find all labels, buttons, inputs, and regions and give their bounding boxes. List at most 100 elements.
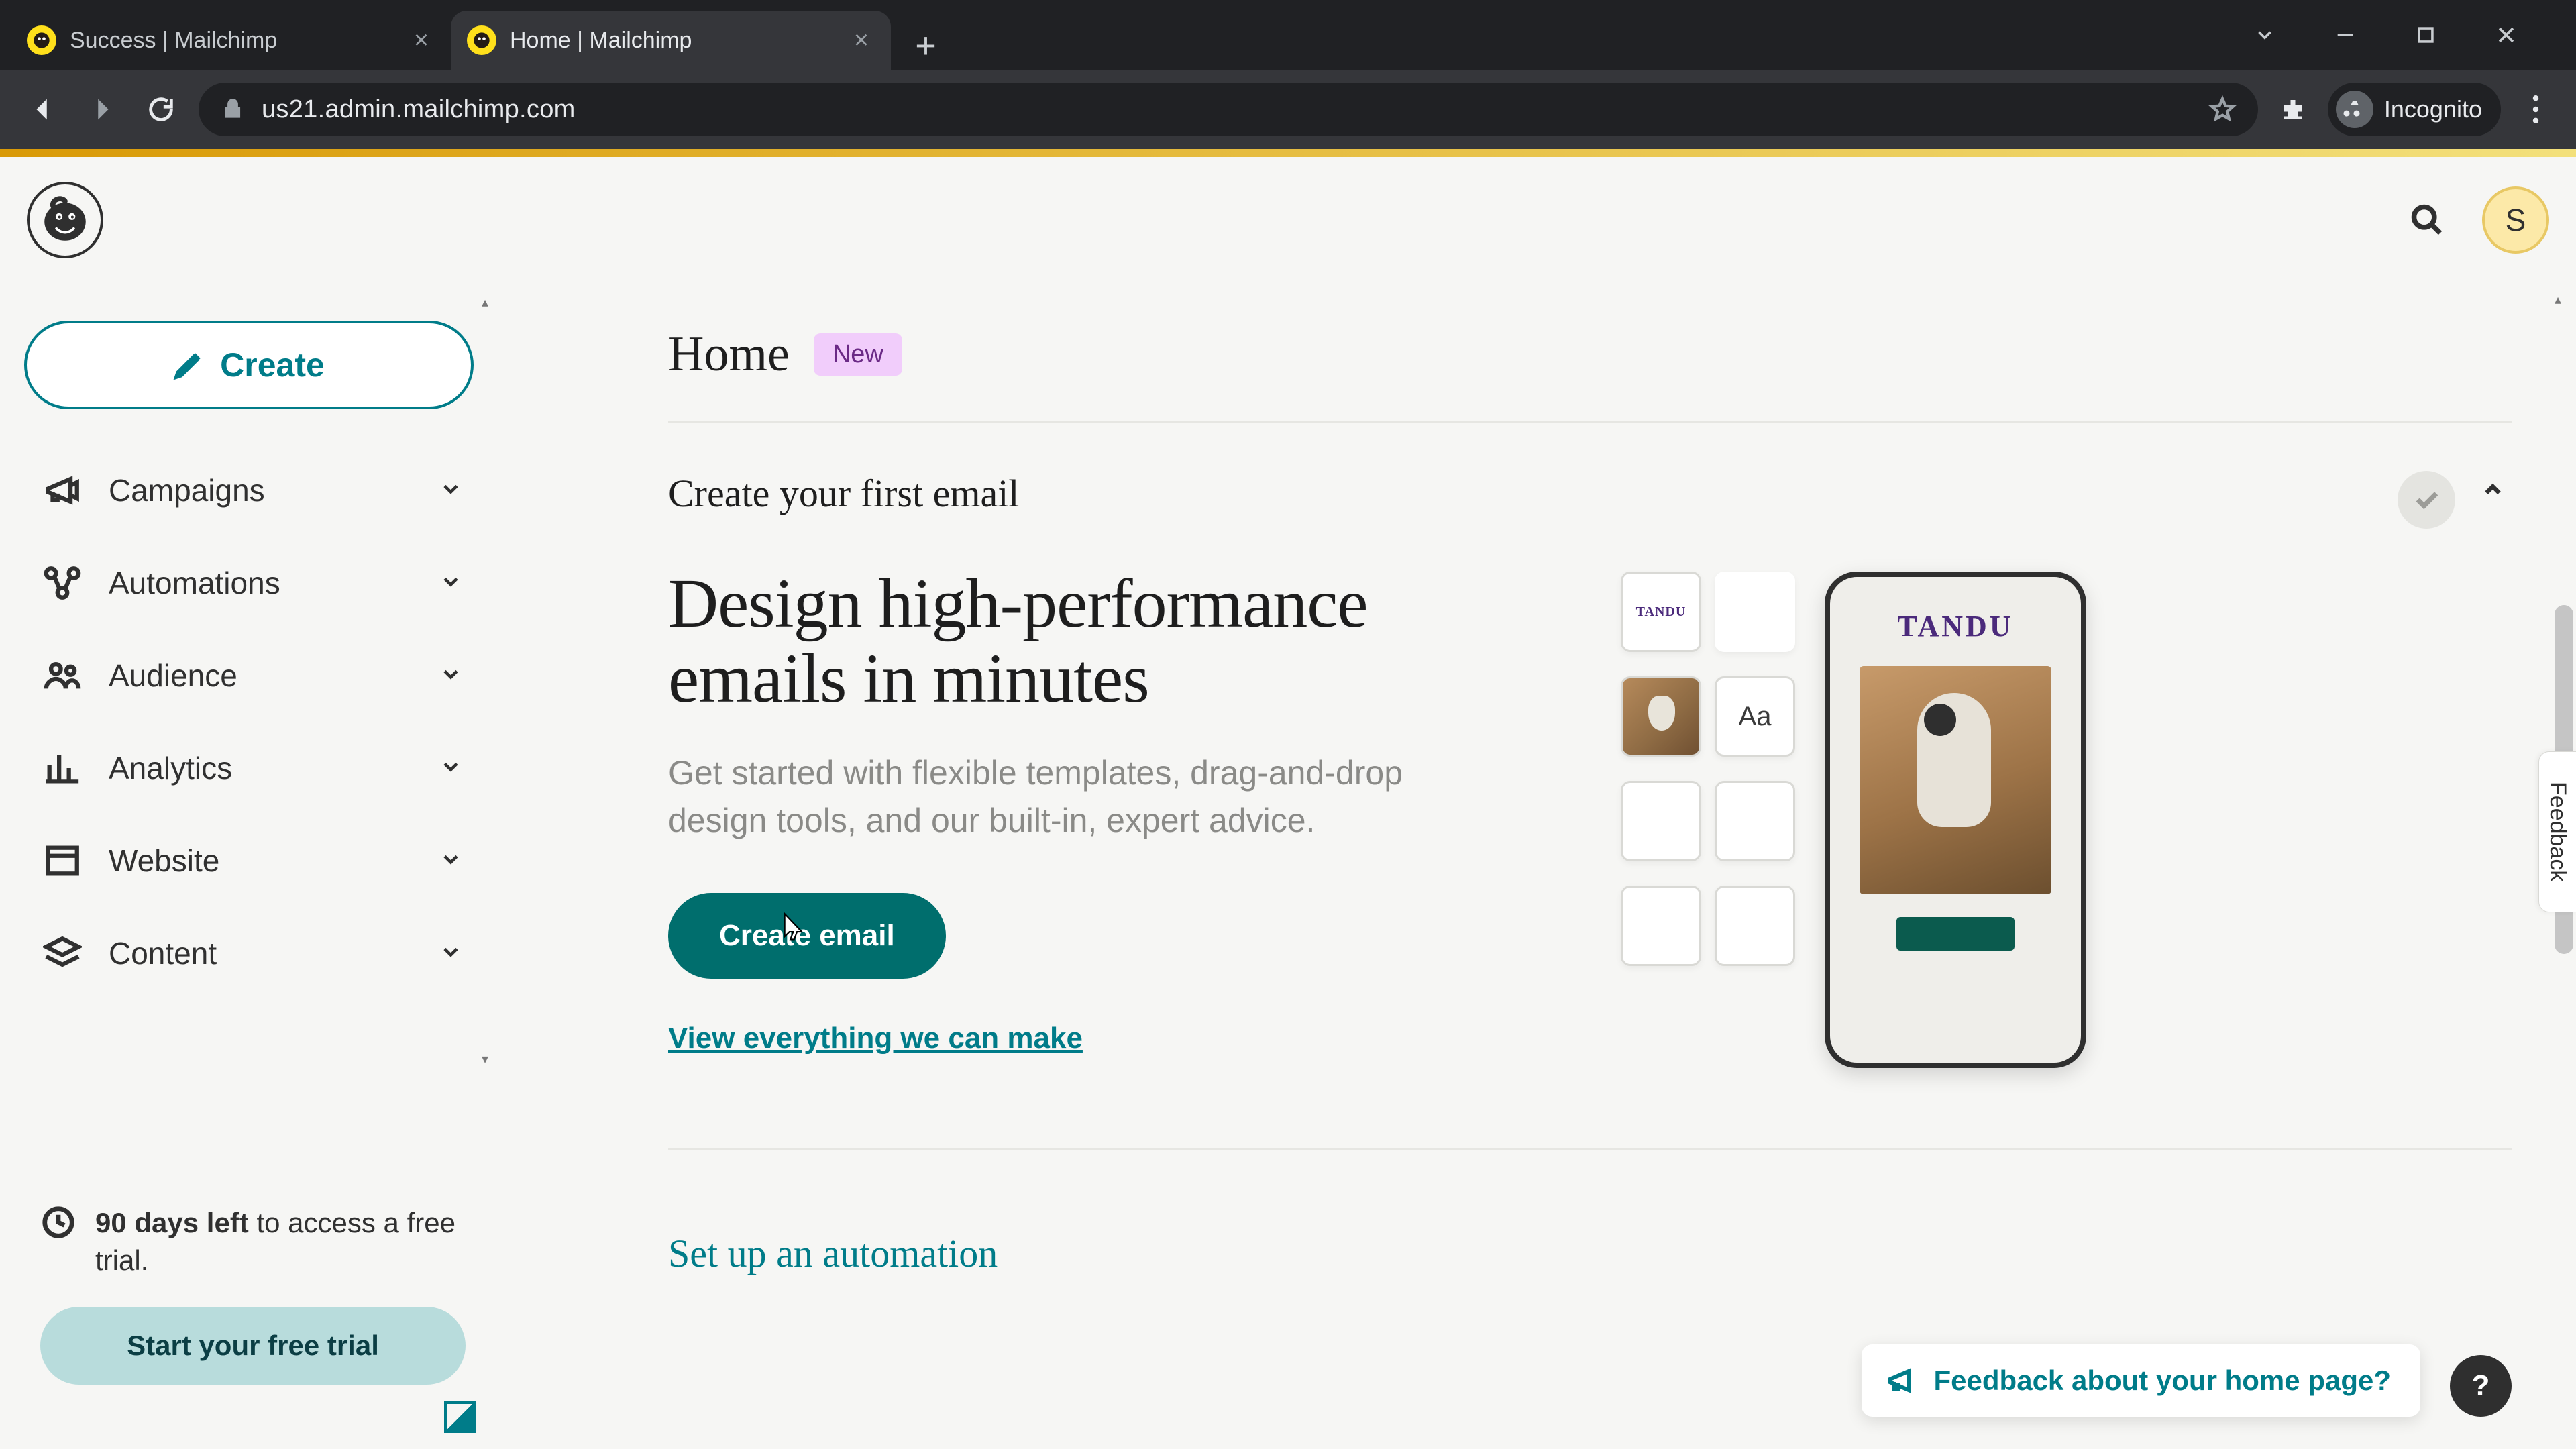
maximize-icon[interactable] bbox=[2410, 19, 2442, 51]
bar-chart-icon bbox=[43, 749, 82, 788]
phone-hero-image bbox=[1860, 666, 2051, 894]
collapse-button[interactable] bbox=[2474, 471, 2512, 508]
chevron-down-icon bbox=[439, 662, 463, 690]
tab-inactive[interactable]: Success | Mailchimp × bbox=[11, 11, 451, 70]
sidebar-nav: Campaigns Automations Audience Analytics bbox=[24, 447, 482, 997]
onboarding-card: Create your first email Design high-perf… bbox=[534, 423, 2576, 1068]
search-button[interactable] bbox=[2394, 186, 2461, 254]
sidebar-item-website[interactable]: Website bbox=[24, 817, 482, 904]
collapse-sidebar-icon[interactable] bbox=[444, 1401, 476, 1433]
sidebar-item-label: Website bbox=[109, 843, 412, 879]
color-swatch bbox=[1715, 572, 1795, 652]
sidebar-item-label: Campaigns bbox=[109, 472, 412, 508]
window-close-icon[interactable] bbox=[2490, 19, 2522, 51]
tabs-dropdown-icon[interactable] bbox=[2249, 19, 2281, 51]
tab-strip: Success | Mailchimp × Home | Mailchimp ×… bbox=[0, 0, 2576, 70]
new-tab-button[interactable]: + bbox=[902, 21, 950, 70]
address-bar[interactable]: us21.admin.mailchimp.com bbox=[199, 83, 2258, 136]
lock-icon bbox=[220, 97, 246, 122]
hero: Design high-performance emails in minute… bbox=[668, 566, 2512, 1068]
sidebar-item-label: Automations bbox=[109, 565, 412, 601]
create-email-label: Create email bbox=[719, 919, 895, 953]
sidebar-item-content[interactable]: Content bbox=[24, 910, 482, 997]
app-viewport: S ▴ Create Campaigns Automations bbox=[0, 149, 2576, 1449]
trial-days: 90 days left bbox=[95, 1207, 249, 1238]
address-bar-row: us21.admin.mailchimp.com Incognito bbox=[0, 70, 2576, 149]
chevron-down-icon bbox=[439, 755, 463, 782]
minimize-icon[interactable] bbox=[2329, 19, 2361, 51]
close-icon[interactable]: × bbox=[408, 27, 435, 54]
forward-button[interactable] bbox=[80, 88, 123, 131]
chevron-down-icon bbox=[439, 570, 463, 597]
layers-icon bbox=[43, 934, 82, 973]
hero-body: Get started with flexible templates, dra… bbox=[668, 749, 1433, 845]
card-eyebrow: Create your first email bbox=[668, 471, 2398, 516]
feedback-label: Feedback about your home page? bbox=[1934, 1364, 2391, 1397]
close-icon[interactable]: × bbox=[848, 27, 875, 54]
reload-button[interactable] bbox=[140, 88, 182, 131]
feedback-side-tab[interactable]: Feedback bbox=[2538, 751, 2576, 912]
mailchimp-logo[interactable] bbox=[27, 182, 103, 258]
phone-cta-placeholder bbox=[1896, 917, 2015, 951]
scroll-up-icon[interactable]: ▴ bbox=[2555, 291, 2571, 307]
sidebar-item-audience[interactable]: Audience bbox=[24, 632, 482, 719]
sidebar-item-analytics[interactable]: Analytics bbox=[24, 724, 482, 812]
app-header: S bbox=[0, 157, 2576, 283]
extensions-icon[interactable] bbox=[2274, 91, 2312, 128]
layout-swatch bbox=[1621, 781, 1701, 861]
onboarding-card-2: Set up an automation bbox=[534, 1150, 2576, 1276]
chevron-down-icon bbox=[439, 847, 463, 875]
create-email-button[interactable]: Create email bbox=[668, 893, 946, 979]
step-complete-indicator bbox=[2398, 471, 2455, 529]
avatar[interactable]: S bbox=[2482, 186, 2549, 254]
create-button[interactable]: Create bbox=[24, 321, 474, 409]
sidebar-item-label: Audience bbox=[109, 657, 412, 694]
megaphone-icon bbox=[1886, 1364, 1918, 1397]
sidebar-item-label: Analytics bbox=[109, 750, 412, 786]
sidebar-scroll[interactable]: Create Campaigns Automations Audience bbox=[0, 283, 506, 1177]
url-host: us21.admin.mailchimp.com bbox=[262, 95, 576, 123]
hero-heading-line1: Design high-performance bbox=[668, 565, 1368, 642]
megaphone-icon bbox=[43, 471, 82, 510]
bookmark-icon[interactable] bbox=[2208, 95, 2237, 123]
typography-swatch: Aa bbox=[1715, 676, 1795, 757]
start-trial-label: Start your free trial bbox=[127, 1330, 379, 1362]
phone-brand: TANDU bbox=[1897, 609, 2013, 643]
feedback-chip[interactable]: Feedback about your home page? bbox=[1862, 1344, 2420, 1417]
people-icon bbox=[43, 656, 82, 695]
sidebar-item-campaigns[interactable]: Campaigns bbox=[24, 447, 482, 534]
page-header: Home New bbox=[534, 283, 2576, 421]
brand-swatch: TANDU bbox=[1621, 572, 1701, 652]
clock-icon bbox=[40, 1204, 76, 1240]
photo-swatch bbox=[1621, 676, 1701, 757]
avatar-initial: S bbox=[2506, 202, 2526, 238]
pencil-icon bbox=[173, 350, 204, 380]
tab-active[interactable]: Home | Mailchimp × bbox=[451, 11, 891, 70]
help-button[interactable]: ? bbox=[2450, 1355, 2512, 1417]
kebab-menu-icon[interactable] bbox=[2517, 91, 2555, 128]
window-icon bbox=[43, 841, 82, 880]
tab-title: Home | Mailchimp bbox=[510, 28, 835, 54]
scroll-up-icon[interactable]: ▴ bbox=[482, 294, 498, 310]
url-text: us21.admin.mailchimp.com bbox=[262, 95, 576, 124]
chevron-down-icon bbox=[439, 477, 463, 504]
hero-heading-line2: emails in minutes bbox=[668, 640, 1149, 717]
new-badge: New bbox=[814, 333, 902, 376]
card-eyebrow: Set up an automation bbox=[668, 1231, 2512, 1276]
scroll-down-icon[interactable]: ▾ bbox=[482, 1051, 498, 1067]
hero-illustration: TANDU Aa bbox=[1621, 566, 2086, 1068]
brand-accent-bar bbox=[0, 149, 2576, 157]
back-button[interactable] bbox=[21, 88, 64, 131]
phone-preview: TANDU bbox=[1825, 572, 2086, 1068]
sidebar-item-automations[interactable]: Automations bbox=[24, 539, 482, 627]
layout-swatch bbox=[1621, 885, 1701, 966]
page-title: Home bbox=[668, 326, 790, 383]
incognito-chip[interactable]: Incognito bbox=[2328, 83, 2501, 136]
incognito-icon bbox=[2336, 91, 2373, 128]
sidebar-item-label: Content bbox=[109, 935, 412, 971]
sidebar-footer bbox=[444, 1401, 476, 1433]
main-content: ▴ Home New Create your first email Desig… bbox=[534, 283, 2576, 1449]
layout-swatch bbox=[1715, 781, 1795, 861]
start-trial-button[interactable]: Start your free trial bbox=[40, 1307, 466, 1385]
view-everything-link[interactable]: View everything we can make bbox=[668, 1022, 1540, 1055]
